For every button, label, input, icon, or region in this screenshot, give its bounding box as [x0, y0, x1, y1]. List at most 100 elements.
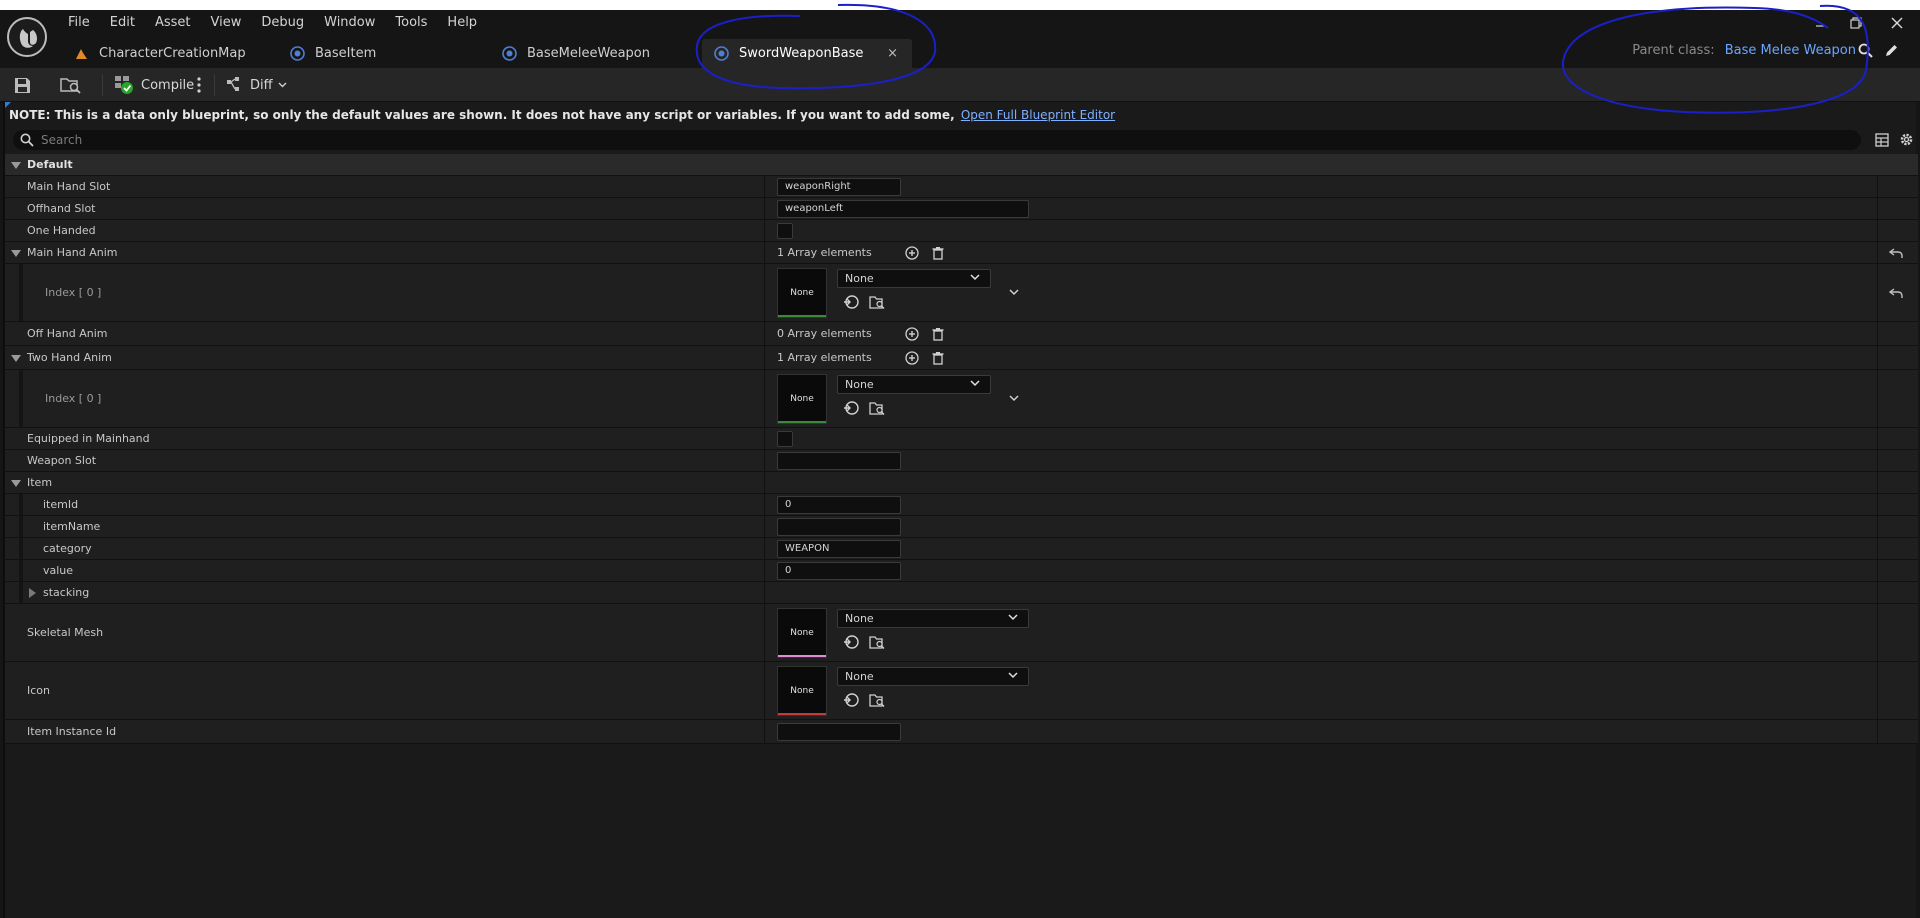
tab-base-item[interactable]: BaseItem — [278, 39, 490, 68]
chevron-down-icon — [970, 274, 980, 281]
expand-chevron-icon[interactable] — [1009, 395, 1019, 402]
edit-pencil-icon[interactable] — [1884, 43, 1899, 58]
browse-asset-icon[interactable] — [869, 692, 885, 708]
category-field[interactable]: WEAPON — [777, 540, 901, 558]
search-input[interactable] — [41, 131, 1641, 149]
property-off-hand-anim: Off Hand Anim 0 Array elements — [5, 322, 1918, 346]
minimize-icon[interactable] — [1815, 20, 1827, 32]
diff-label: Diff — [250, 77, 273, 93]
reset-to-default-icon[interactable] — [1889, 247, 1903, 259]
menu-asset[interactable]: Asset — [145, 13, 201, 33]
menu-view[interactable]: View — [201, 13, 252, 33]
tab-base-melee-weapon[interactable]: BaseMeleeWeapon — [490, 39, 702, 68]
parent-class-link[interactable]: Base Melee Weapon — [1725, 43, 1856, 58]
close-tab-icon[interactable]: × — [887, 46, 898, 61]
property-main-hand-anim: Main Hand Anim 1 Array elements — [5, 242, 1918, 264]
collapse-caret-icon[interactable] — [11, 355, 21, 362]
property-label: itemName — [43, 520, 101, 533]
thumbnail-label: None — [790, 686, 814, 696]
expand-caret-icon[interactable] — [29, 588, 36, 598]
collapse-caret-icon[interactable] — [11, 250, 21, 257]
compile-button[interactable]: Compile — [114, 68, 194, 102]
tab-character-creation-map[interactable]: CharacterCreationMap — [62, 39, 278, 68]
diff-button[interactable]: Diff — [226, 68, 287, 102]
add-element-icon[interactable] — [905, 327, 919, 341]
item-instance-id-field[interactable] — [777, 723, 901, 741]
equipped-in-mainhand-checkbox[interactable] — [777, 431, 793, 447]
trash-icon[interactable] — [931, 246, 945, 260]
property-label: Icon — [27, 684, 50, 697]
asset-thumbnail[interactable]: None — [777, 666, 827, 716]
item-name-field[interactable] — [777, 518, 901, 536]
browse-asset-button[interactable] — [60, 68, 82, 102]
property-label: itemId — [43, 498, 79, 511]
browse-folder-icon — [60, 78, 81, 94]
trash-icon[interactable] — [931, 327, 945, 341]
collapse-caret-icon[interactable] — [11, 480, 21, 487]
menu-window[interactable]: Window — [314, 13, 385, 33]
asset-thumbnail[interactable]: None — [777, 608, 827, 658]
menu-help[interactable]: Help — [437, 13, 487, 33]
add-element-icon[interactable] — [905, 351, 919, 365]
expand-chevron-icon[interactable] — [1009, 289, 1019, 296]
use-selected-asset-icon[interactable] — [843, 400, 859, 416]
property-main-hand-anim-index-0: Index [ 0 ] None None — [5, 264, 1918, 322]
property-skeletal-mesh: Skeletal Mesh None None — [5, 604, 1918, 662]
details-search — [13, 130, 1861, 150]
menu-file[interactable]: File — [58, 13, 100, 33]
unreal-logo-icon[interactable] — [7, 17, 47, 57]
asset-thumbnail[interactable]: None — [777, 374, 827, 424]
reset-to-default-icon[interactable] — [1889, 287, 1903, 299]
add-element-icon[interactable] — [905, 246, 919, 260]
one-handed-checkbox[interactable] — [777, 223, 793, 239]
tab-label: BaseItem — [315, 46, 377, 61]
close-window-icon[interactable] — [1891, 17, 1903, 29]
compile-icon — [115, 76, 133, 94]
chevron-down-icon — [278, 82, 287, 88]
restore-icon[interactable] — [1850, 17, 1862, 29]
asset-picker-combo[interactable]: None — [837, 375, 991, 394]
property-label: Off Hand Anim — [27, 327, 108, 340]
menu-debug[interactable]: Debug — [251, 13, 314, 33]
browse-asset-icon[interactable] — [869, 400, 885, 416]
notice-text: NOTE: This is a data only blueprint, so … — [9, 108, 955, 122]
asset-picker-combo[interactable]: None — [837, 609, 1029, 628]
use-selected-asset-icon[interactable] — [843, 294, 859, 310]
save-button[interactable] — [14, 68, 31, 102]
asset-picker-combo[interactable]: None — [837, 269, 991, 288]
array-index-label: Index [ 0 ] — [45, 392, 102, 405]
property-matrix-icon[interactable] — [1875, 133, 1889, 147]
trash-icon[interactable] — [931, 351, 945, 365]
menu-edit[interactable]: Edit — [100, 13, 145, 33]
main-hand-slot-field[interactable]: weaponRight — [777, 178, 901, 196]
combo-value: None — [845, 612, 874, 625]
thumbnail-label: None — [790, 288, 814, 298]
diff-icon — [227, 77, 239, 91]
tab-label: BaseMeleeWeapon — [527, 46, 650, 61]
browse-asset-icon[interactable] — [869, 634, 885, 650]
open-full-blueprint-editor-link[interactable]: Open Full Blueprint Editor — [961, 108, 1115, 122]
weapon-slot-field[interactable] — [777, 452, 901, 470]
property-two-hand-anim-index-0: Index [ 0 ] None None — [5, 370, 1918, 428]
search-icon[interactable] — [1858, 43, 1873, 58]
gear-icon[interactable] — [1899, 132, 1914, 147]
offhand-slot-field[interactable]: weaponLeft — [777, 200, 1029, 218]
tab-label: CharacterCreationMap — [99, 46, 246, 61]
property-item-name: itemName — [5, 516, 1918, 538]
property-item: Item — [5, 472, 1918, 494]
collapse-caret-icon[interactable] — [11, 162, 21, 169]
tab-sword-weapon-base[interactable]: SwordWeaponBase × — [702, 39, 912, 68]
asset-thumbnail[interactable]: None — [777, 268, 827, 318]
value-field[interactable]: 0 — [777, 562, 901, 580]
menu-tools[interactable]: Tools — [385, 13, 437, 33]
asset-picker-combo[interactable]: None — [837, 667, 1029, 686]
thumbnail-label: None — [790, 628, 814, 638]
category-default[interactable]: Default — [5, 154, 1918, 176]
use-selected-asset-icon[interactable] — [843, 692, 859, 708]
compile-options-icon[interactable] — [197, 76, 201, 94]
item-id-field[interactable]: 0 — [777, 496, 901, 514]
property-weapon-slot: Weapon Slot — [5, 450, 1918, 472]
use-selected-asset-icon[interactable] — [843, 634, 859, 650]
property-icon: Icon None None — [5, 662, 1918, 720]
browse-asset-icon[interactable] — [869, 294, 885, 310]
